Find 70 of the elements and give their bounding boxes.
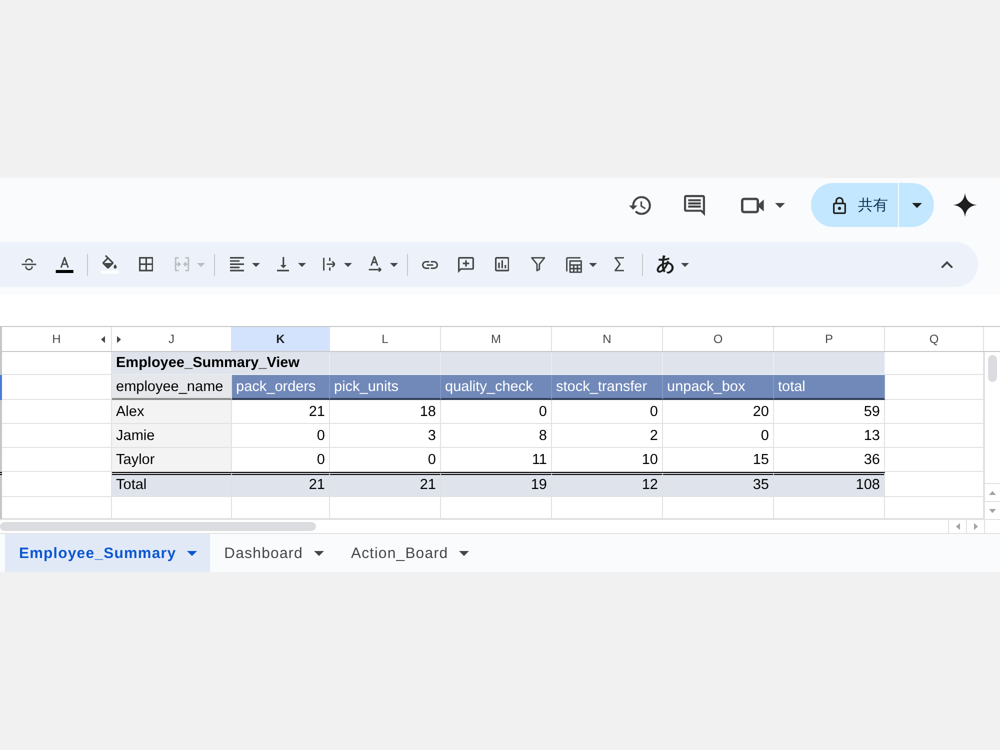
caret-icon[interactable] <box>252 262 260 266</box>
align-bottom-icon[interactable] <box>276 257 290 272</box>
table-cell: 0 <box>552 400 663 424</box>
text-wrap-icon[interactable] <box>322 257 336 272</box>
caret-icon[interactable] <box>298 262 306 266</box>
sparkle-icon[interactable] <box>953 193 977 217</box>
table-cell: Alex <box>112 400 232 424</box>
table-cell: Total <box>112 472 232 497</box>
history-icon[interactable] <box>629 196 652 214</box>
sheet-tab[interactable]: Dashboard <box>210 534 337 572</box>
table-cell: 21 <box>330 472 441 497</box>
table-cell: Taylor <box>112 448 232 472</box>
table-cell: 8 <box>441 424 552 448</box>
chart-icon[interactable] <box>494 257 510 272</box>
table-cell: 20 <box>663 400 774 424</box>
table-cell: 59 <box>774 400 885 424</box>
sheet-tab[interactable]: Action_Board <box>336 534 482 572</box>
table-cell: 0 <box>441 400 552 424</box>
caret-icon[interactable] <box>314 550 324 556</box>
share-button[interactable]: 共有 <box>811 183 898 227</box>
borders-icon[interactable] <box>138 257 154 272</box>
table-icon[interactable] <box>566 256 582 272</box>
caret-icon[interactable] <box>681 262 689 266</box>
text-rotation-icon[interactable] <box>368 256 382 273</box>
table-cell: 21 <box>232 400 330 424</box>
table-header-cell: quality_check <box>441 375 552 400</box>
input-tools-label[interactable]: あ <box>656 252 675 276</box>
align-left-icon[interactable] <box>230 257 244 272</box>
left-triangle-icon[interactable] <box>101 336 105 342</box>
caret-icon[interactable] <box>912 202 922 208</box>
table-header-cell: stock_transfer <box>552 375 663 400</box>
table-cell: 13 <box>774 424 885 448</box>
caret-icon[interactable] <box>344 262 352 266</box>
table-cell: 12 <box>552 472 663 497</box>
table-cell: 0 <box>232 424 330 448</box>
table-cell: 19 <box>441 472 552 497</box>
table-header-cell: total <box>774 375 885 400</box>
table-cell: 3 <box>330 424 441 448</box>
filter-icon[interactable] <box>530 257 546 272</box>
video-camera-icon[interactable] <box>741 196 765 214</box>
table-cell: Jamie <box>112 424 232 448</box>
caret-icon[interactable] <box>775 202 785 208</box>
table-cell: 2 <box>552 424 663 448</box>
right-triangle-icon[interactable] <box>117 336 121 342</box>
caret-icon[interactable] <box>459 550 470 556</box>
table-cell: 35 <box>663 472 774 497</box>
lock-icon <box>833 196 846 214</box>
scrollbar-thumb[interactable] <box>0 522 316 531</box>
scrollbar-thumb[interactable] <box>988 355 997 382</box>
paint-bucket-icon[interactable] <box>100 254 120 274</box>
caret-icon[interactable] <box>390 262 398 266</box>
table-cell: 21 <box>232 472 330 497</box>
table-header-cell: employee_name <box>112 375 232 400</box>
column-header[interactable]: K <box>232 327 330 351</box>
table-cell: 18 <box>330 400 441 424</box>
table-cell: 108 <box>774 472 885 497</box>
link-icon[interactable] <box>422 260 438 268</box>
table-title: Employee_Summary_View <box>112 352 330 375</box>
caret-icon[interactable] <box>589 262 597 266</box>
add-comment-icon[interactable] <box>458 256 474 272</box>
sheet-tab[interactable]: Employee_Summary <box>5 534 210 572</box>
text-color-icon[interactable] <box>55 256 75 274</box>
table-header-cell: pick_units <box>330 375 441 400</box>
sigma-icon[interactable] <box>614 257 626 272</box>
strikethrough-icon[interactable] <box>21 258 37 271</box>
table-header-cell: unpack_box <box>663 375 774 400</box>
chevron-up-icon[interactable] <box>941 260 953 268</box>
comment-icon[interactable] <box>684 194 705 216</box>
table-cell: 0 <box>663 424 774 448</box>
table-header-cell: pack_orders <box>232 375 330 400</box>
